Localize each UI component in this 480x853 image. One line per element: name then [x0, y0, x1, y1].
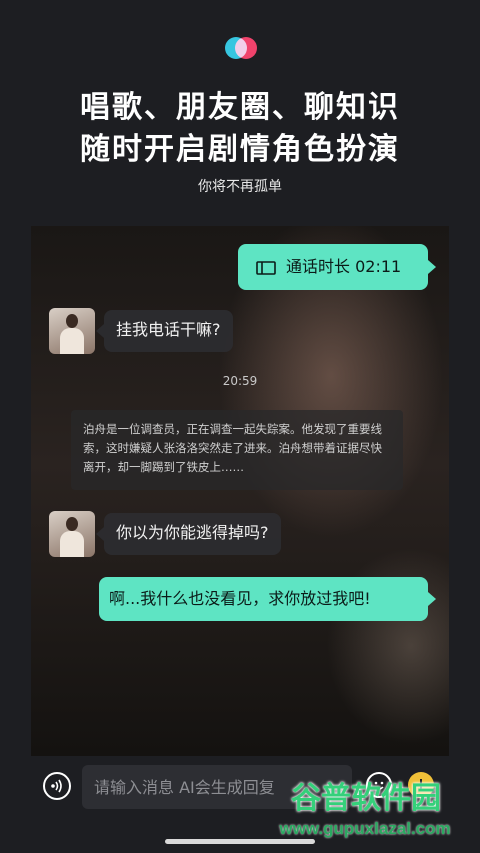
- home-indicator[interactable]: [165, 839, 315, 844]
- user-message-bubble[interactable]: 啊...我什么也没看见，求你放过我吧!: [99, 577, 428, 621]
- ai-message-text: 挂我电话干嘛?: [116, 320, 221, 339]
- ai-message-bubble[interactable]: 你以为你能逃得掉吗?: [104, 513, 281, 555]
- user-message-text: 啊...我什么也没看见，求你放过我吧!: [109, 589, 371, 608]
- character-avatar[interactable]: [49, 511, 95, 557]
- ai-message-bubble[interactable]: 挂我电话干嘛?: [104, 310, 233, 352]
- watermark-url: www.gupuxlazal.com: [279, 819, 451, 838]
- character-avatar[interactable]: [49, 308, 95, 354]
- watermark-brand: 谷普软件园: [291, 782, 441, 815]
- headline-line-2: 随时开启剧情角色扮演: [80, 132, 400, 167]
- call-duration-bubble[interactable]: 通话时长 02:11: [238, 244, 428, 290]
- app-logo-icon: [225, 37, 257, 59]
- story-narration: 泊舟是一位调查员，正在调查一起失踪案。他发现了重要线索，这时嫌疑人张洛洛突然走了…: [71, 410, 403, 490]
- chat-scene: 通话时长 02:11 挂我电话干嘛? 20:59 泊舟是一位调查员，正在调查一起…: [31, 226, 449, 756]
- message-timestamp: 20:59: [222, 374, 258, 388]
- subtitle: 你将不再孤单: [198, 179, 282, 195]
- headline-line-1: 唱歌、朋友圈、聊知识: [80, 90, 400, 125]
- call-icon: [256, 260, 276, 275]
- call-duration-text: 通话时长 02:11: [286, 257, 402, 276]
- input-bar: 谷普软件园 www.gupuxlazal.com: [0, 756, 480, 853]
- voice-wave-icon[interactable]: [43, 772, 71, 800]
- ai-message-text: 你以为你能逃得掉吗?: [116, 523, 269, 542]
